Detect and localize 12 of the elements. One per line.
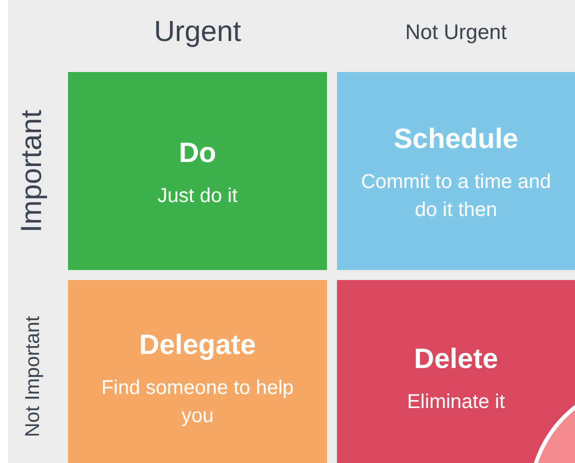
quadrant-title: Do (178, 136, 216, 170)
quadrant-subtitle: Eliminate it (407, 390, 505, 414)
row-label: Not Important (21, 316, 45, 438)
quadrant-subtitle: Just do it (157, 184, 238, 209)
column-header: Not Urgent (404, 20, 508, 46)
column-header: Urgent (152, 15, 242, 50)
quadrant-subtitle: Commit to a time and do it then (360, 170, 552, 223)
quadrant-title: Delegate (139, 328, 256, 362)
quadrant-title: Schedule (394, 122, 518, 156)
row-label: Important (15, 110, 50, 232)
quadrant-title: Delete (414, 342, 498, 376)
quadrant-subtitle: Find someone to help you (100, 376, 295, 428)
